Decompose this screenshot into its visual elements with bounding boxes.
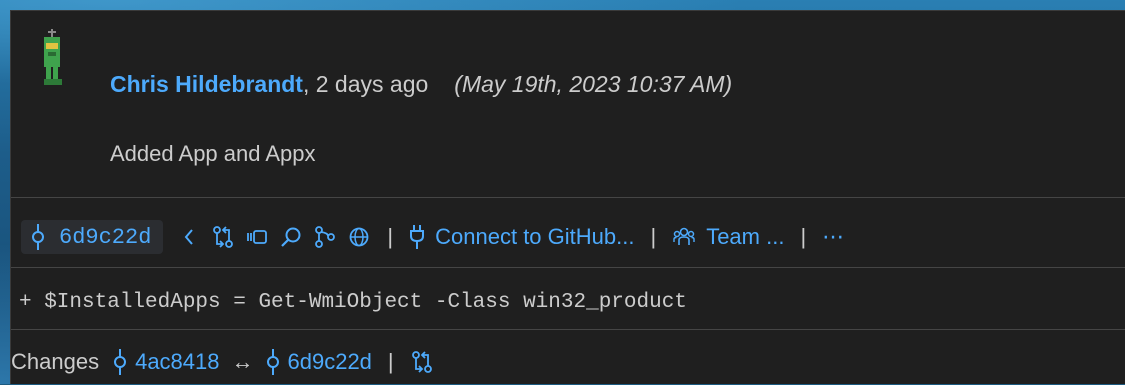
search-icon[interactable] [279, 223, 303, 251]
divider [11, 197, 1125, 198]
team-icon [673, 227, 695, 245]
separator: | [387, 349, 394, 374]
open-changes-icon[interactable] [245, 223, 269, 251]
commit-sha-button[interactable]: 6d9c22d [21, 220, 164, 254]
author-line: Chris Hildebrandt, 2 days ago (May 19th, … [110, 71, 732, 98]
commit-icon [266, 349, 279, 375]
separator: | [800, 224, 807, 249]
divider [11, 329, 1125, 330]
commit-hover-card: Chris Hildebrandt, 2 days ago (May 19th, … [10, 10, 1125, 384]
team-label: Team ... [706, 224, 785, 249]
compare-icon[interactable] [410, 348, 434, 376]
commit-sha: 6d9c22d [59, 224, 152, 250]
from-sha-link[interactable]: 4ac8418 [113, 349, 220, 375]
divider [11, 267, 1125, 268]
from-sha: 4ac8418 [135, 349, 220, 374]
team-link[interactable]: Team ... [672, 224, 784, 250]
plug-icon [410, 225, 425, 249]
absolute-time: (May 19th, 2023 10:37 AM) [454, 71, 733, 97]
separator: | [387, 224, 394, 249]
commit-actions-bar: 6d9c22d | Connect to GitHub... | Team ..… [11, 207, 1125, 267]
separator: | [650, 224, 657, 249]
changes-line: Changes 4ac8418 ↔ 6d9c22d | [11, 339, 434, 385]
changes-label: Changes [11, 349, 100, 374]
connect-to-github-link[interactable]: Connect to GitHub... [409, 224, 634, 250]
commit-message: Added App and Appx [110, 141, 316, 166]
globe-icon[interactable] [347, 223, 371, 251]
previous-icon[interactable] [177, 223, 201, 251]
commit-icon [114, 349, 127, 375]
author-avatar [44, 29, 62, 85]
compare-arrow: ↔ [231, 349, 254, 374]
graph-icon[interactable] [313, 223, 337, 251]
diff-line: + $InstalledApps = Get-WmiObject -Class … [19, 291, 687, 314]
more-icon[interactable]: ⋯ [822, 224, 844, 250]
relative-time: , 2 days ago [302, 71, 429, 97]
compare-icon[interactable] [211, 223, 235, 251]
to-sha: 6d9c22d [287, 349, 372, 374]
author-name-link[interactable]: Chris Hildebrandt [110, 71, 303, 97]
commit-icon [32, 224, 44, 250]
to-sha-link[interactable]: 6d9c22d [266, 349, 372, 375]
connect-label: Connect to GitHub... [435, 224, 635, 249]
